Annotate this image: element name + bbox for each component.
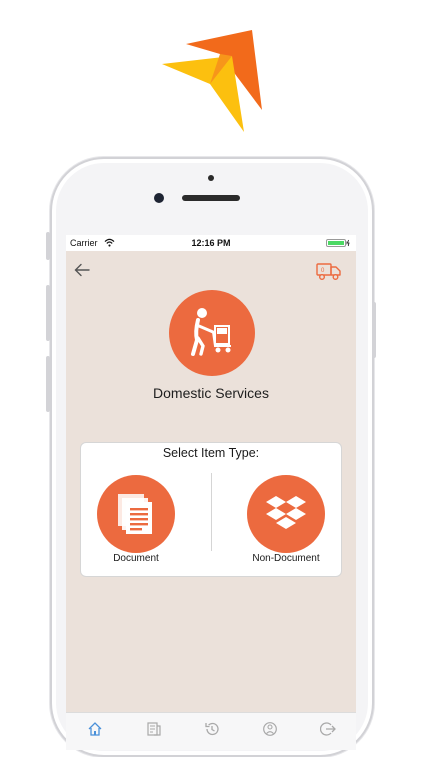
brand-logo <box>162 30 262 132</box>
document-option-label[interactable]: Document <box>76 553 196 564</box>
non-document-option-button[interactable] <box>247 475 325 553</box>
volume-down-button <box>46 356 50 412</box>
history-icon[interactable] <box>204 721 220 737</box>
status-time: 12:16 PM <box>191 238 231 248</box>
tracking-icon[interactable] <box>146 721 162 737</box>
logout-icon[interactable] <box>320 721 336 737</box>
dropbox-box-icon <box>266 496 306 529</box>
item-type-card: Select Item Type: Document Non-Document <box>80 442 342 577</box>
document-option-button[interactable] <box>97 475 175 553</box>
document-pages-icon <box>118 494 152 534</box>
power-button <box>372 302 376 358</box>
option-divider <box>211 473 212 551</box>
back-arrow-icon[interactable] <box>74 263 90 277</box>
svg-text:0: 0 <box>321 268 325 274</box>
item-type-title: Select Item Type: <box>162 446 260 460</box>
earpiece-speaker <box>182 195 240 201</box>
proximity-sensor <box>208 175 214 181</box>
delivery-truck-icon[interactable]: 0 <box>316 261 342 281</box>
tab-bar <box>66 712 356 750</box>
status-bar: Carrier 12:16 PM <box>66 235 356 251</box>
service-title: Domestic Services <box>153 385 269 401</box>
non-document-option-label[interactable]: Non-Document <box>226 553 346 564</box>
domestic-service-badge[interactable] <box>169 290 255 376</box>
battery-icon <box>326 239 350 247</box>
front-camera <box>154 193 164 203</box>
app-screen: Carrier 12:16 PM 0 Domestic Services Sel… <box>66 235 356 750</box>
volume-up-button <box>46 285 50 341</box>
support-icon[interactable] <box>262 721 278 737</box>
mute-switch <box>46 232 50 260</box>
person-pushing-cart-icon <box>191 308 231 356</box>
home-icon[interactable] <box>87 721 103 737</box>
